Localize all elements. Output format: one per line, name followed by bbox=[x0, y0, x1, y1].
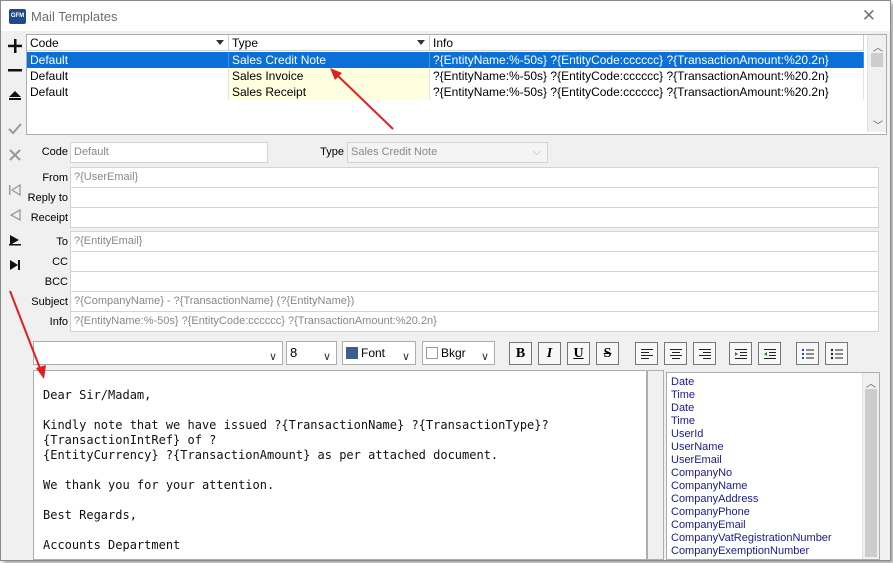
arrow-to-editor bbox=[9, 290, 46, 379]
annotation-arrows bbox=[9, 68, 394, 379]
arrow-to-type-cell bbox=[330, 68, 394, 130]
